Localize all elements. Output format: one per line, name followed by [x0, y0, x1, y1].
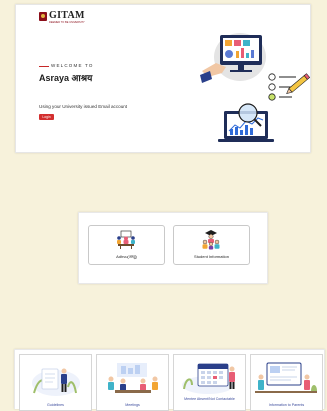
- calendar-illustration: [182, 363, 235, 394]
- tile-label: Meetings: [125, 403, 140, 407]
- modules-card: Adhvu(अध्वु) Student Information: [78, 212, 268, 284]
- logo-tagline: DEEMED TO BE UNIVERSITY: [49, 21, 85, 24]
- dashboard-illustration: [200, 33, 310, 142]
- login-hint: Using your University issued Email accou…: [39, 104, 128, 109]
- meetings-tile[interactable]: Meetings: [96, 354, 169, 411]
- guidelines-illustration: [32, 368, 80, 396]
- login-button[interactable]: Login: [39, 114, 54, 120]
- module-label: Student Information: [194, 254, 229, 259]
- parents-info-illustration: [255, 362, 317, 393]
- students-group-icon: [202, 230, 220, 250]
- tile-label: Guidelines: [47, 403, 64, 407]
- adhvu-module-card[interactable]: Adhvu(अध्वु): [88, 225, 165, 265]
- gitam-logo: GITAM DEEMED TO BE UNIVERSITY: [39, 10, 87, 25]
- tile-label: Information to Parents: [268, 403, 305, 407]
- login-card: GITAM DEEMED TO BE UNIVERSITY WELCOME TO…: [15, 4, 311, 153]
- tiles-card: Guidelines Meetings Mentee Absent/Not Co…: [14, 349, 325, 411]
- tile-label: Mentee Absent/Not Contactable: [184, 397, 235, 401]
- gitam-seal-icon: [39, 12, 47, 21]
- mentee-absent-tile[interactable]: Mentee Absent/Not Contactable: [173, 354, 246, 411]
- meetings-illustration: [108, 363, 158, 393]
- meeting-people-icon: [117, 230, 135, 249]
- welcome-text: WELCOME TO: [51, 63, 94, 68]
- app-title: Asraya आश्रय: [39, 73, 93, 83]
- student-information-module-card[interactable]: Student Information: [173, 225, 250, 265]
- information-to-parents-tile[interactable]: Information to Parents: [250, 354, 323, 411]
- module-label: Adhvu(अध्वु): [116, 254, 137, 259]
- guidelines-tile[interactable]: Guidelines: [19, 354, 92, 411]
- welcome-dash: [39, 66, 49, 67]
- logo-name: GITAM: [49, 10, 85, 21]
